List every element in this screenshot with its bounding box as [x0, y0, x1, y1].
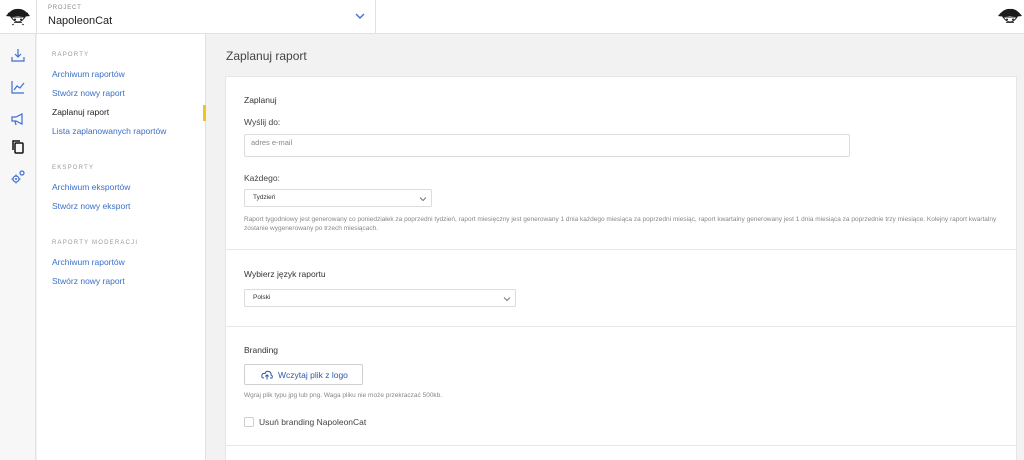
remove-branding-label[interactable]: Usuń branding NapoleonCat	[259, 417, 366, 427]
megaphone-icon[interactable]	[10, 111, 26, 127]
nav-item-stworz-nowy-raport[interactable]: Stwórz nowy raport	[52, 88, 125, 98]
nav-section-title: RAPORTY MODERACJI	[52, 240, 139, 246]
project-label: PROJECT	[48, 5, 82, 11]
nav-section-title: EKSPORTY	[52, 165, 95, 171]
upload-logo-button[interactable]: Wczytaj plik z logo	[244, 364, 363, 385]
section-divider	[226, 249, 1016, 250]
frequency-select-value: Tydzień	[253, 194, 276, 201]
chevron-down-icon	[355, 13, 365, 19]
reports-nav: RAPORTY Archiwum raportów Stwórz nowy ra…	[37, 34, 206, 460]
active-indicator	[203, 105, 206, 121]
branding-section-title: Branding	[244, 345, 279, 355]
reports-copy-icon[interactable]	[10, 139, 26, 155]
nav-item-archiwum-eksportow[interactable]: Archiwum eksportów	[52, 182, 130, 192]
schedule-report-form: Zaplanuj Wyślij do: Każdego: Tydzień Rap…	[225, 76, 1017, 460]
email-input[interactable]	[244, 134, 850, 157]
frequency-select[interactable]: Tydzień	[244, 189, 432, 207]
language-select-value: Polski	[253, 294, 271, 301]
remove-branding-checkbox[interactable]	[244, 417, 254, 427]
nav-item-stworz-nowy-raport-moderacji[interactable]: Stwórz nowy raport	[52, 276, 125, 286]
language-section-title: Wybierz język raportu	[244, 269, 326, 279]
download-icon[interactable]	[10, 47, 26, 63]
analytics-chart-icon[interactable]	[10, 79, 26, 95]
section-divider	[226, 326, 1016, 327]
section-divider	[226, 445, 1016, 446]
nav-section-title: RAPORTY	[52, 52, 90, 58]
page-title: Zaplanuj raport	[226, 49, 307, 63]
language-select[interactable]: Polski	[244, 289, 516, 307]
napoleoncat-logo-right	[998, 8, 1022, 23]
cloud-upload-icon	[261, 370, 273, 380]
project-name: NapoleonCat	[48, 15, 113, 27]
nav-item-archiwum-raportow[interactable]: Archiwum raportów	[52, 69, 125, 79]
chevron-down-icon	[419, 197, 427, 202]
nav-item-archiwum-raportow-moderacji[interactable]: Archiwum raportów	[52, 257, 125, 267]
nav-item-zaplanuj-raport[interactable]: Zaplanuj raport	[52, 107, 109, 117]
project-selector[interactable]: PROJECT NapoleonCat	[36, 0, 376, 34]
napoleoncat-logo[interactable]	[4, 5, 32, 29]
send-to-label: Wyślij do:	[244, 117, 281, 127]
upload-logo-label: Wczytaj plik z logo	[278, 370, 348, 380]
icon-rail	[0, 34, 36, 460]
upload-help-text: Wgraj plik typu jpg lub png. Waga pliku …	[244, 392, 443, 399]
every-label: Każdego:	[244, 173, 280, 183]
settings-gear-icon[interactable]	[10, 169, 26, 185]
frequency-help-text: Raport tygodniowy jest generowany co pon…	[244, 216, 997, 232]
schedule-section-title: Zaplanuj	[244, 95, 277, 105]
top-bar: PROJECT NapoleonCat	[0, 0, 1024, 34]
nav-item-stworz-nowy-eksport[interactable]: Stwórz nowy eksport	[52, 201, 130, 211]
nav-item-lista-zaplanowanych-raportow[interactable]: Lista zaplanowanych raportów	[52, 126, 166, 136]
chevron-down-icon	[503, 297, 511, 302]
